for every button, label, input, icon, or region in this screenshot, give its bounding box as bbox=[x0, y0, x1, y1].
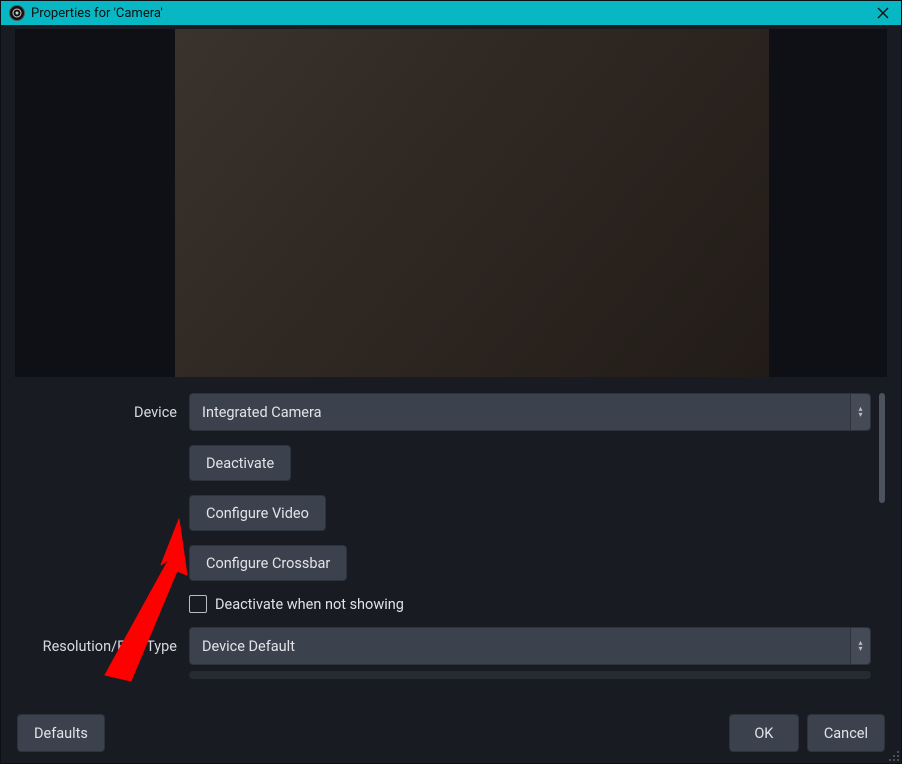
configure-crossbar-row: Configure Crossbar bbox=[15, 545, 887, 581]
resolution-fps-row: Resolution/FPS Type Device Default ▴▾ bbox=[15, 627, 887, 665]
video-preview bbox=[15, 29, 887, 377]
window-title: Properties for 'Camera' bbox=[31, 6, 163, 21]
device-select-value: Integrated Camera bbox=[202, 404, 322, 421]
dialog-content: Device Integrated Camera ▴▾ Deactivate bbox=[1, 25, 901, 703]
obs-app-icon bbox=[9, 5, 25, 21]
select-spinner-icon: ▴▾ bbox=[850, 394, 870, 430]
deactivate-when-not-showing-label: Deactivate when not showing bbox=[215, 596, 404, 613]
device-label: Device bbox=[15, 404, 189, 421]
defaults-button[interactable]: Defaults bbox=[17, 714, 105, 752]
horizontal-scrollbar[interactable] bbox=[189, 671, 871, 679]
deactivate-row: Deactivate bbox=[15, 445, 887, 481]
resolution-fps-select-value: Device Default bbox=[202, 638, 295, 655]
configure-video-row: Configure Video bbox=[15, 495, 887, 531]
video-preview-frame bbox=[175, 29, 769, 377]
cancel-button[interactable]: Cancel bbox=[807, 714, 885, 752]
properties-form: Device Integrated Camera ▴▾ Deactivate bbox=[15, 393, 887, 679]
deactivate-when-not-showing-checkbox[interactable] bbox=[189, 595, 207, 613]
title-bar: Properties for 'Camera' bbox=[1, 1, 901, 25]
select-spinner-icon: ▴▾ bbox=[850, 628, 870, 664]
vertical-scrollbar[interactable] bbox=[879, 393, 885, 503]
resolution-fps-label: Resolution/FPS Type bbox=[15, 638, 189, 655]
dialog-footer: Defaults OK Cancel bbox=[1, 703, 901, 763]
deactivate-when-not-showing-row: Deactivate when not showing bbox=[15, 595, 887, 613]
configure-crossbar-button[interactable]: Configure Crossbar bbox=[189, 545, 347, 581]
ok-button[interactable]: OK bbox=[729, 714, 799, 752]
configure-video-button[interactable]: Configure Video bbox=[189, 495, 326, 531]
close-button[interactable] bbox=[873, 4, 893, 23]
device-select[interactable]: Integrated Camera ▴▾ bbox=[189, 393, 871, 431]
resolution-fps-select[interactable]: Device Default ▴▾ bbox=[189, 627, 871, 665]
deactivate-button[interactable]: Deactivate bbox=[189, 445, 291, 481]
device-row: Device Integrated Camera ▴▾ bbox=[15, 393, 887, 431]
close-icon bbox=[877, 7, 889, 19]
